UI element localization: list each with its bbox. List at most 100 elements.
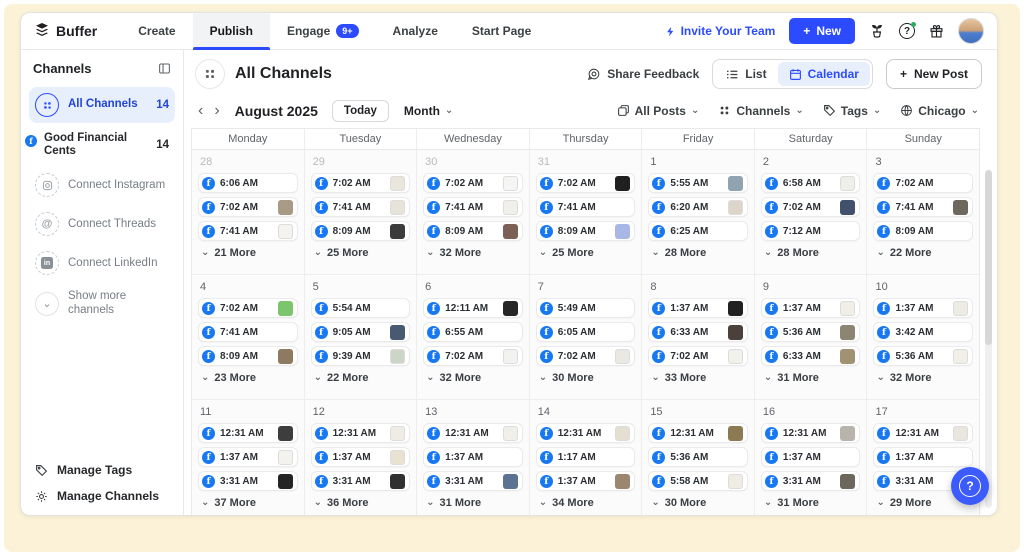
day-cell-28[interactable]: 28 f 6:06 AM f 7:02 AM f 7:41 AM ⌄ 21 Mo… [192, 150, 305, 274]
post-chip[interactable]: f 7:02 AM [198, 298, 298, 318]
post-chip[interactable]: f 3:42 AM [873, 322, 973, 342]
post-chip[interactable]: f 1:37 AM [536, 471, 636, 491]
tab-engage[interactable]: Engage 9+ [270, 13, 376, 49]
post-chip[interactable]: f 7:02 AM [311, 173, 411, 193]
sidebar-item-all-channels[interactable]: All Channels 14 [29, 87, 175, 123]
more-posts-link[interactable]: ⌄ 22 More [876, 247, 973, 259]
post-chip[interactable]: f 7:02 AM [423, 173, 523, 193]
list-view-button[interactable]: List [715, 62, 777, 86]
day-cell-8[interactable]: 8 f 1:37 AM f 6:33 AM f 7:02 AM ⌄ 33 Mor… [642, 275, 755, 399]
post-chip[interactable]: f 12:31 AM [536, 423, 636, 443]
post-chip[interactable]: f 5:36 AM [761, 322, 861, 342]
more-posts-link[interactable]: ⌄ 32 More [876, 372, 973, 384]
day-cell-14[interactable]: 14 f 12:31 AM f 1:17 AM f 1:37 AM ⌄ 34 M… [530, 400, 643, 515]
post-chip[interactable]: f 1:37 AM [198, 447, 298, 467]
tab-start-page[interactable]: Start Page [455, 13, 548, 49]
tab-create[interactable]: Create [121, 13, 192, 49]
post-chip[interactable]: f 7:02 AM [648, 346, 748, 366]
post-chip[interactable]: f 7:02 AM [423, 346, 523, 366]
post-chip[interactable]: f 7:12 AM [761, 221, 861, 241]
calendar-scrollbar[interactable] [985, 170, 992, 508]
post-chip[interactable]: f 7:41 AM [198, 322, 298, 342]
post-chip[interactable]: f 7:02 AM [536, 346, 636, 366]
post-chip[interactable]: f 3:31 AM [423, 471, 523, 491]
post-chip[interactable]: f 7:41 AM [311, 197, 411, 217]
share-feedback-button[interactable]: Share Feedback [587, 67, 699, 81]
prev-month-button[interactable]: ‹ [197, 103, 204, 119]
post-chip[interactable]: f 3:31 AM [761, 471, 861, 491]
post-chip[interactable]: f 7:41 AM [536, 197, 636, 217]
post-chip[interactable]: f 1:37 AM [761, 298, 861, 318]
post-chip[interactable]: f 12:11 AM [423, 298, 523, 318]
day-cell-9[interactable]: 9 f 1:37 AM f 5:36 AM f 6:33 AM ⌄ 31 Mor… [755, 275, 868, 399]
post-chip[interactable]: f 5:49 AM [536, 298, 636, 318]
post-chip[interactable]: f 12:31 AM [423, 423, 523, 443]
day-cell-7[interactable]: 7 f 5:49 AM f 6:05 AM f 7:02 AM ⌄ 30 Mor… [530, 275, 643, 399]
post-chip[interactable]: f 7:02 AM [536, 173, 636, 193]
more-posts-link[interactable]: ⌄ 31 More [764, 497, 861, 509]
filter-all-posts[interactable]: All Posts ⌄ [617, 104, 700, 118]
more-posts-link[interactable]: ⌄ 28 More [651, 247, 748, 259]
buffer-logo[interactable]: Buffer [21, 13, 121, 49]
post-chip[interactable]: f 6:20 AM [648, 197, 748, 217]
post-chip[interactable]: f 12:31 AM [873, 423, 973, 443]
collapse-panel-icon[interactable] [158, 62, 171, 75]
day-cell-12[interactable]: 12 f 12:31 AM f 1:37 AM f 3:31 AM ⌄ 36 M… [305, 400, 418, 515]
day-cell-30[interactable]: 30 f 7:02 AM f 7:41 AM f 8:09 AM ⌄ 32 Mo… [417, 150, 530, 274]
gift-icon[interactable] [929, 24, 944, 39]
day-cell-15[interactable]: 15 f 12:31 AM f 5:36 AM f 5:58 AM ⌄ 30 M… [642, 400, 755, 515]
filter-tags[interactable]: Tags ⌄ [823, 104, 882, 118]
calendar-view-button[interactable]: Calendar [778, 62, 870, 86]
post-chip[interactable]: f 3:31 AM [311, 471, 411, 491]
more-posts-link[interactable]: ⌄ 33 More [651, 372, 748, 384]
post-chip[interactable]: f 1:37 AM [873, 447, 973, 467]
more-posts-link[interactable]: ⌄ 23 More [201, 372, 298, 384]
day-cell-31[interactable]: 31 f 7:02 AM f 7:41 AM f 8:09 AM ⌄ 25 Mo… [530, 150, 643, 274]
more-posts-link[interactable]: ⌄ 37 More [201, 497, 298, 509]
post-chip[interactable]: f 6:06 AM [198, 173, 298, 193]
post-chip[interactable]: f 6:25 AM [648, 221, 748, 241]
new-button[interactable]: + New [789, 18, 855, 44]
post-chip[interactable]: f 5:55 AM [648, 173, 748, 193]
post-chip[interactable]: f 3:31 AM [198, 471, 298, 491]
filter-chicago[interactable]: Chicago ⌄ [900, 104, 979, 118]
post-chip[interactable]: f 9:05 AM [311, 322, 411, 342]
new-post-button[interactable]: + New Post [886, 59, 982, 89]
day-cell-29[interactable]: 29 f 7:02 AM f 7:41 AM f 8:09 AM ⌄ 25 Mo… [305, 150, 418, 274]
post-chip[interactable]: f 8:09 AM [311, 221, 411, 241]
more-posts-link[interactable]: ⌄ 31 More [764, 372, 861, 384]
post-chip[interactable]: f 9:39 AM [311, 346, 411, 366]
help-circle-icon[interactable]: ? [899, 23, 915, 39]
post-chip[interactable]: f 5:36 AM [648, 447, 748, 467]
post-chip[interactable]: f 5:36 AM [873, 346, 973, 366]
more-posts-link[interactable]: ⌄ 34 More [539, 497, 636, 509]
more-posts-link[interactable]: ⌄ 32 More [426, 372, 523, 384]
post-chip[interactable]: f 6:33 AM [648, 322, 748, 342]
post-chip[interactable]: f 7:02 AM [873, 173, 973, 193]
sidebar-item-show-more-channels[interactable]: ⌄ Show more channels [29, 284, 175, 322]
next-month-button[interactable]: › [213, 103, 220, 119]
post-chip[interactable]: f 6:05 AM [536, 322, 636, 342]
help-fab-button[interactable]: ? [951, 467, 989, 505]
post-chip[interactable]: f 12:31 AM [648, 423, 748, 443]
day-cell-1[interactable]: 1 f 5:55 AM f 6:20 AM f 6:25 AM ⌄ 28 Mor… [642, 150, 755, 274]
day-cell-5[interactable]: 5 f 5:54 AM f 9:05 AM f 9:39 AM ⌄ 22 Mor… [305, 275, 418, 399]
post-chip[interactable]: f 6:58 AM [761, 173, 861, 193]
scrollbar-thumb[interactable] [985, 170, 992, 345]
post-chip[interactable]: f 8:09 AM [198, 346, 298, 366]
day-cell-13[interactable]: 13 f 12:31 AM f 1:37 AM f 3:31 AM ⌄ 31 M… [417, 400, 530, 515]
manage-channels-button[interactable]: Manage Channels [35, 489, 169, 503]
tab-publish[interactable]: Publish [193, 13, 270, 49]
sidebar-item-connect-instagram[interactable]: Connect Instagram [29, 167, 175, 203]
day-cell-3[interactable]: 3 f 7:02 AM f 7:41 AM f 8:09 AM ⌄ 22 Mor… [867, 150, 979, 274]
day-cell-4[interactable]: 4 f 7:02 AM f 7:41 AM f 8:09 AM ⌄ 23 Mor… [192, 275, 305, 399]
post-chip[interactable]: f 1:37 AM [648, 298, 748, 318]
post-chip[interactable]: f 1:37 AM [761, 447, 861, 467]
post-chip[interactable]: f 7:41 AM [423, 197, 523, 217]
more-posts-link[interactable]: ⌄ 32 More [426, 247, 523, 259]
post-chip[interactable]: f 1:37 AM [423, 447, 523, 467]
today-button[interactable]: Today [332, 100, 389, 122]
post-chip[interactable]: f 5:54 AM [311, 298, 411, 318]
more-posts-link[interactable]: ⌄ 25 More [314, 247, 411, 259]
post-chip[interactable]: f 8:09 AM [536, 221, 636, 241]
